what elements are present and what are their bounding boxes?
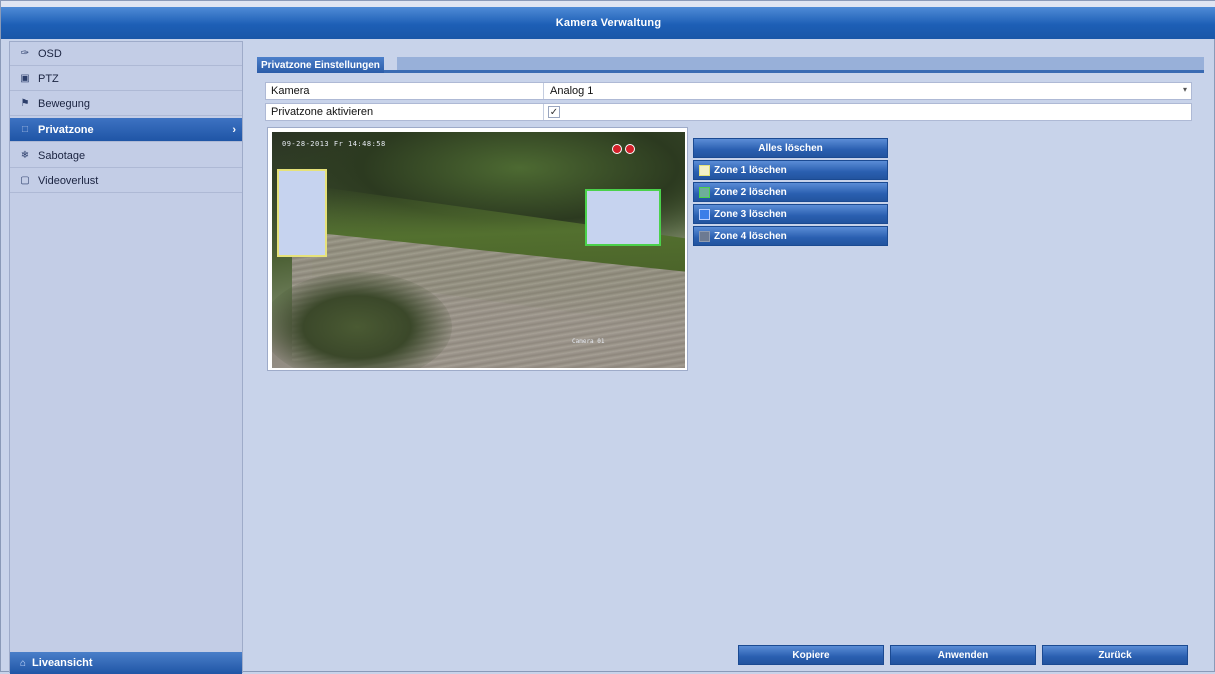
alarm-icon	[625, 144, 635, 154]
sidebar-item-label: Videoverlust	[38, 174, 99, 187]
live-view-button[interactable]: ⌂ Liveansicht	[10, 652, 242, 674]
copy-label: Kopiere	[792, 649, 830, 661]
privacy-zone-2[interactable]	[585, 189, 661, 246]
video-loss-icon: ▢	[20, 175, 30, 186]
clear-zone-2-label: Zone 2 löschen	[714, 186, 787, 198]
apply-button[interactable]: Anwenden	[890, 645, 1036, 665]
sidebar-item-label: Sabotage	[38, 149, 86, 162]
privacy-icon: □	[21, 124, 29, 135]
apply-label: Anwenden	[937, 649, 989, 661]
clear-zone-4-button[interactable]: Zone 4 löschen	[693, 226, 888, 246]
zone-1-swatch	[699, 164, 710, 176]
clear-all-label: Alles löschen	[758, 142, 823, 154]
osd-camera-name: Camera 01	[572, 338, 605, 345]
sidebar-item-ptz[interactable]: ▣ PTZ	[10, 67, 242, 91]
tamper-icon: ❄	[20, 150, 30, 161]
sidebar-item-motion[interactable]: ⚑ Bewegung	[10, 92, 242, 116]
home-icon: ⌂	[20, 657, 27, 669]
sidebar-item-video-loss[interactable]: ▢ Videoverlust	[10, 169, 242, 193]
zone-3-swatch	[699, 208, 710, 220]
sidebar: ✑ OSD ▣ PTZ ⚑ Bewegung □ Privatzone › ❄ …	[9, 41, 243, 674]
back-button[interactable]: Zurück	[1042, 645, 1188, 665]
camera-row[interactable]: Kamera Analog 1 ▾	[265, 82, 1192, 100]
camera-video[interactable]: 09-28-2013 Fr 14:48:58 Camera 01	[272, 132, 685, 368]
camera-label: Kamera	[271, 85, 310, 97]
clear-zone-3-label: Zone 3 löschen	[714, 208, 787, 220]
sidebar-item-label: PTZ	[38, 72, 59, 85]
clear-zone-2-button[interactable]: Zone 2 löschen	[693, 182, 888, 202]
sidebar-item-label: Privatzone	[38, 123, 94, 136]
video-preview: 09-28-2013 Fr 14:48:58 Camera 01	[267, 127, 688, 371]
row-divider	[543, 83, 544, 99]
chevron-down-icon[interactable]: ▾	[1183, 85, 1187, 94]
osd-icon: ✑	[20, 48, 30, 59]
live-view-label: Liveansicht	[32, 657, 93, 669]
clear-zone-1-label: Zone 1 löschen	[714, 164, 787, 176]
row-divider	[543, 104, 544, 120]
motion-icon: ⚑	[20, 98, 30, 109]
recording-icons	[612, 144, 635, 154]
privacy-zone-1[interactable]	[277, 169, 327, 257]
section-header: Privatzone Einstellungen	[257, 57, 1204, 73]
main-panel: Privatzone Einstellungen Kamera Analog 1…	[247, 41, 1215, 673]
camera-select[interactable]: Analog 1	[550, 85, 593, 97]
copy-button[interactable]: Kopiere	[738, 645, 884, 665]
section-header-extension	[397, 57, 1204, 70]
sidebar-item-privacy-zone[interactable]: □ Privatzone ›	[10, 118, 242, 142]
clear-zone-1-button[interactable]: Zone 1 löschen	[693, 160, 888, 180]
zone-2-swatch	[699, 186, 710, 198]
window-title: Kamera Verwaltung	[1, 7, 1215, 39]
zone-4-swatch	[699, 230, 710, 242]
sidebar-item-tamper[interactable]: ❄ Sabotage	[10, 144, 242, 168]
sidebar-item-osd[interactable]: ✑ OSD	[10, 42, 242, 66]
sidebar-item-label: Bewegung	[38, 97, 90, 110]
clear-zone-3-button[interactable]: Zone 3 löschen	[693, 204, 888, 224]
ptz-icon: ▣	[20, 73, 30, 84]
clear-all-button[interactable]: Alles löschen	[693, 138, 888, 158]
privacy-enable-label: Privatzone aktivieren	[271, 106, 374, 118]
privacy-enable-row: Privatzone aktivieren ✓	[265, 103, 1192, 121]
sidebar-item-label: OSD	[38, 47, 62, 60]
camera-management-window: Kamera Verwaltung ✑ OSD ▣ PTZ ⚑ Bewegung…	[0, 0, 1215, 674]
clear-zone-4-label: Zone 4 löschen	[714, 230, 787, 242]
chevron-right-icon: ›	[232, 123, 236, 136]
privacy-enable-checkbox[interactable]: ✓	[548, 106, 560, 118]
back-label: Zurück	[1098, 649, 1132, 661]
section-title: Privatzone Einstellungen	[257, 57, 384, 73]
osd-timestamp: 09-28-2013 Fr 14:48:58	[282, 140, 386, 148]
record-icon	[612, 144, 622, 154]
